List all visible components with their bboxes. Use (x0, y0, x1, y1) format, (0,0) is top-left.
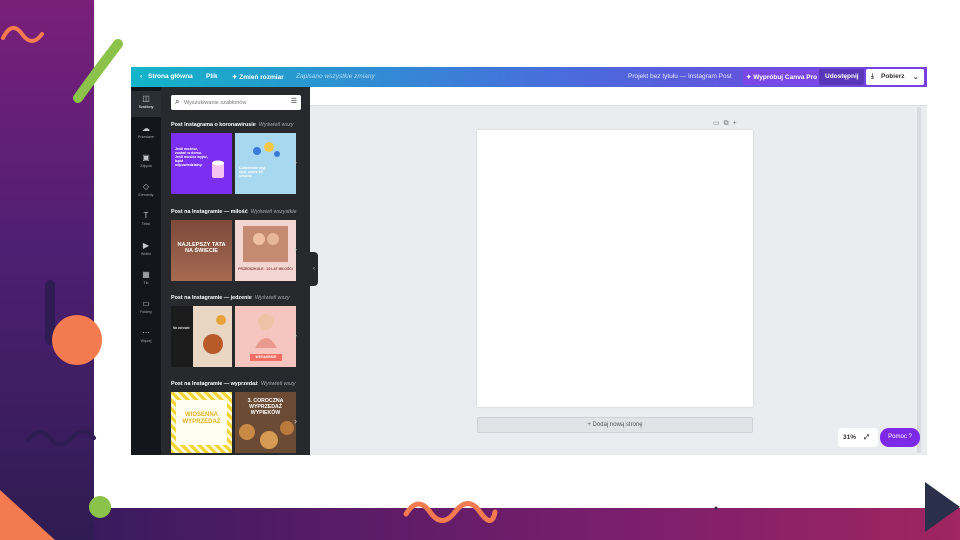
elements-icon: ◇ (142, 182, 150, 191)
rail-item-video[interactable]: ▶ Wideo (131, 238, 161, 264)
rail-item-text[interactable]: T Tekst (131, 208, 161, 234)
chevron-right-icon[interactable]: › (294, 157, 297, 167)
section-title-sale: Post na Instagramie — wyprzedaż Wyświetl … (171, 381, 296, 387)
page-tools: ▭⧉+ (713, 119, 741, 128)
squiggle-left (26, 429, 96, 447)
rail-item-templates[interactable]: ◫ Szablony (131, 91, 161, 117)
template-search: ⌕ ☰ (171, 95, 301, 110)
template-thumbnail[interactable]: NAJLEPSZY TATA NA ŚWIECIE (171, 220, 232, 281)
template-thumbnail[interactable]: WIOSENNA WYPRZEDAŻ (171, 392, 232, 453)
squiggle-bottom (403, 501, 498, 523)
file-menu[interactable]: Plik (206, 73, 218, 80)
section-title-food: Post na Instagramie — jedzenie Wyświetl w… (171, 295, 290, 301)
dark-triangle (925, 482, 960, 532)
toilet-paper-icon (212, 160, 224, 178)
section-title-coronavirus: Post Instagrama o koronawirusie Wyświetl … (171, 122, 294, 128)
template-thumbnail[interactable]: 3. COROCZNA WYPRZEDAŻ WYPIEKÓW (235, 392, 296, 453)
background-icon: ▦ (142, 270, 150, 279)
folder-icon: ▭ (142, 299, 150, 308)
photo-icon: ▣ (142, 153, 150, 162)
design-page[interactable] (477, 130, 753, 407)
couple-photo (243, 226, 288, 262)
small-dot (714, 506, 718, 510)
download-button[interactable]: ⤓ Pobierz ⌄ (866, 69, 924, 85)
template-thumbnail[interactable]: PRZEDSZKOLE · 20 LAT MIŁOŚCI (235, 220, 296, 281)
template-thumbnail[interactable]: Jeśli możesz, zostań w domu. Jeśli musis… (171, 133, 232, 194)
video-icon: ▶ (142, 241, 150, 250)
green-dot (89, 496, 111, 518)
more-icon: ⋯ (142, 328, 150, 337)
search-input[interactable] (184, 98, 284, 107)
layout-icon: ◫ (142, 94, 150, 103)
vertical-scrollbar[interactable] (917, 107, 921, 453)
chevron-down-icon: ⌄ (913, 74, 919, 81)
see-all-link[interactable]: Wyświetl wszy (261, 381, 296, 387)
rail-item-folders[interactable]: ▭ Foldery (131, 296, 161, 322)
side-rail: ◫ Szablony ☁ Przesłane ▣ Zdjęcia ◇ Elementy … (131, 87, 161, 455)
rail-item-background[interactable]: ▦ Tło (131, 267, 161, 293)
see-all-link[interactable]: Wyświetl wszy (259, 122, 294, 128)
green-arc (73, 39, 123, 103)
share-button[interactable]: Udostępnij (819, 69, 864, 85)
woman-photo (255, 314, 277, 348)
add-page-button[interactable]: + Dodaj nową stronę (477, 417, 753, 433)
rail-item-more[interactable]: ⋯ Więcej (131, 325, 161, 351)
rail-item-elements[interactable]: ◇ Elementy (131, 179, 161, 205)
crown-icon: ✦ (746, 74, 752, 81)
upload-icon: ☁ (142, 124, 150, 133)
notes-icon[interactable]: ▭ (713, 120, 724, 127)
see-all-link[interactable]: Wyświetl wszystkie (251, 209, 297, 215)
templates-panel: ⌕ ☰ Post Instagrama o koronawirusieWyświ… (161, 87, 310, 455)
template-thumbnail[interactable]: Na zdrowie (171, 306, 232, 367)
template-thumbnail[interactable]: WEGAŃSKIE (235, 306, 296, 367)
food-photo (193, 306, 232, 367)
try-pro-button[interactable]: ✦ Wypróbuj Canva Pro (743, 69, 819, 85)
expand-icon[interactable]: ⤢ (864, 434, 869, 442)
design-title[interactable]: Projekt bez tytułu — Instagram Post (628, 73, 732, 80)
chevron-right-icon[interactable]: › (294, 330, 297, 340)
search-icon: ⌕ (175, 97, 180, 106)
top-bar: ‹ Strona główna Plik ✦ Zmień rozmiar Zap… (131, 67, 927, 87)
editor-toolbar (310, 87, 927, 106)
zoom-control[interactable]: 31% ⤢ (838, 428, 878, 447)
orange-triangle (0, 490, 55, 540)
download-icon: ⤓ (871, 73, 874, 80)
section-title-love: Post na Instagramie — miłość Wyświetl wsz… (171, 209, 297, 215)
canva-editor-window: ‹ Strona główna Plik ✦ Zmień rozmiar Zap… (131, 67, 927, 455)
back-chevron-icon[interactable]: ‹ (140, 73, 142, 80)
help-button[interactable]: Pomoc ? (880, 428, 920, 447)
text-icon: T (143, 211, 149, 220)
see-all-link[interactable]: Wyświetl wszy (255, 295, 290, 301)
collapse-panel-handle[interactable]: ‹ (310, 252, 318, 286)
chevron-right-icon[interactable]: › (294, 416, 297, 426)
save-status: Zapisano wszystkie zmiany (296, 73, 375, 80)
template-thumbnail[interactable]: Codziennie myj ręce, przez 20 sekund (235, 133, 296, 194)
soap-bubbles-icon (253, 142, 280, 157)
squiggle-top-left (1, 26, 44, 43)
sparkle-icon: ✦ (232, 74, 238, 81)
filter-icon[interactable]: ☰ (291, 97, 297, 105)
rail-item-uploads[interactable]: ☁ Przesłane (131, 121, 161, 147)
duplicate-icon[interactable]: ⧉ (724, 120, 733, 127)
rail-item-photos[interactable]: ▣ Zdjęcia (131, 150, 161, 176)
orange-circle (52, 315, 102, 365)
chevron-right-icon[interactable]: › (294, 244, 297, 254)
add-icon[interactable]: + (733, 120, 741, 127)
resize-button[interactable]: ✦ Zmień rozmiar (232, 73, 284, 81)
home-link[interactable]: Strona główna (148, 73, 193, 80)
